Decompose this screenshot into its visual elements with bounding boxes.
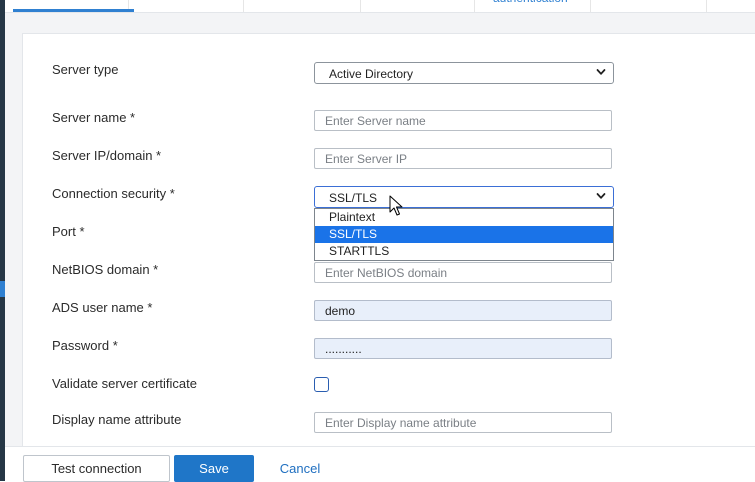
connection-security-label: Connection security * xyxy=(52,186,175,201)
save-button[interactable]: Save xyxy=(174,455,254,482)
test-connection-button[interactable]: Test connection xyxy=(23,455,170,482)
server-type-label: Server type xyxy=(52,62,119,77)
password-input[interactable] xyxy=(315,339,611,358)
netbios-label: NetBIOS domain * xyxy=(52,262,159,277)
cancel-button[interactable]: Cancel xyxy=(270,455,330,482)
tab-6[interactable] xyxy=(590,0,707,12)
tab-2[interactable] xyxy=(128,0,244,12)
server-ip-label: Server IP/domain * xyxy=(52,148,162,163)
password-label: Password * xyxy=(52,338,118,353)
server-ip-field[interactable] xyxy=(314,148,612,169)
chevron-down-icon xyxy=(596,69,606,75)
ads-user-label: ADS user name * xyxy=(52,300,153,315)
mouse-cursor-icon xyxy=(389,195,403,216)
ads-user-field[interactable] xyxy=(314,300,612,321)
tab-3[interactable] xyxy=(243,0,361,12)
server-name-field[interactable] xyxy=(314,110,612,131)
display-name-field[interactable] xyxy=(314,412,612,433)
connection-security-value: SSL/TLS xyxy=(329,191,378,205)
server-name-input[interactable] xyxy=(315,111,611,130)
server-ip-input[interactable] xyxy=(315,149,611,168)
option-ssl-tls[interactable]: SSL/TLS xyxy=(315,226,613,243)
netbios-input[interactable] xyxy=(315,263,611,282)
active-tab-indicator xyxy=(13,9,134,12)
display-name-label: Display name attribute xyxy=(52,412,182,427)
option-plaintext[interactable]: Plaintext xyxy=(315,209,613,226)
ads-user-input[interactable] xyxy=(315,301,611,320)
tab-strip xyxy=(5,0,755,13)
chevron-down-icon xyxy=(596,193,606,199)
server-name-label: Server name * xyxy=(52,110,136,125)
server-type-select[interactable]: Active Directory xyxy=(314,62,614,84)
display-name-input[interactable] xyxy=(315,413,611,432)
netbios-field[interactable] xyxy=(314,262,612,283)
tab-authentication-label: authentication xyxy=(493,0,568,5)
connection-security-dropdown: Plaintext SSL/TLS STARTTLS xyxy=(314,208,614,261)
option-starttls[interactable]: STARTTLS xyxy=(315,243,613,260)
validate-cert-checkbox[interactable] xyxy=(314,377,329,392)
tab-4[interactable] xyxy=(360,0,475,12)
port-label: Port * xyxy=(52,224,85,239)
connection-security-select[interactable]: SSL/TLS xyxy=(314,186,614,208)
server-type-value: Active Directory xyxy=(329,67,414,81)
password-field[interactable] xyxy=(314,338,612,359)
validate-cert-label: Validate server certificate xyxy=(52,376,197,391)
